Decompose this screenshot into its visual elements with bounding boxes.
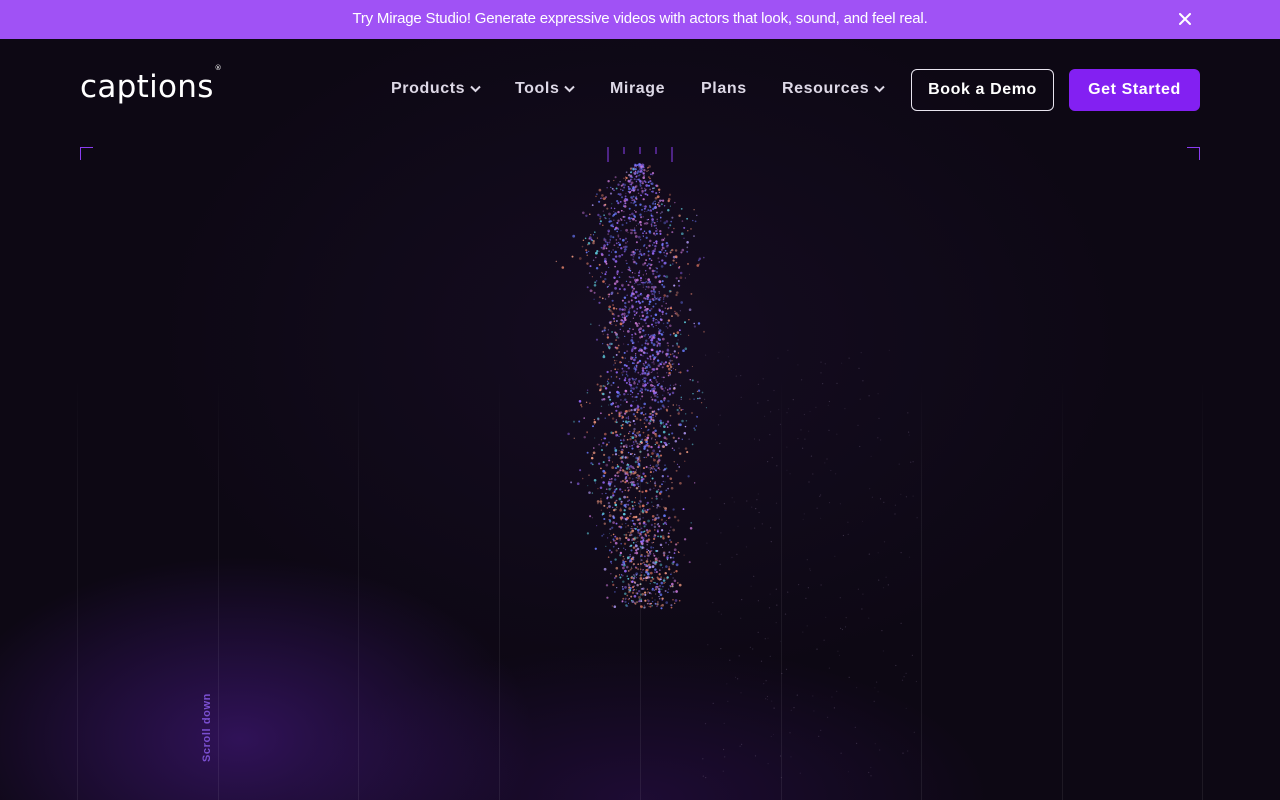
close-icon[interactable] xyxy=(1176,10,1194,28)
book-demo-button[interactable]: Book a Demo xyxy=(911,69,1054,111)
nav-item-mirage[interactable]: Mirage xyxy=(610,79,665,99)
registered-mark: ® xyxy=(214,63,222,72)
chevron-down-icon xyxy=(564,85,576,93)
ruler-ticks xyxy=(607,147,673,162)
nav-item-resources[interactable]: Resources xyxy=(782,79,885,99)
nav-item-label: Tools xyxy=(515,80,560,97)
announcement-banner[interactable]: Try Mirage Studio! Generate expressive v… xyxy=(0,0,1280,39)
nav-item-label: Resources xyxy=(782,80,870,97)
top-navigation: captions® Products Tools Mirage Plans Re… xyxy=(0,39,1280,140)
nav-item-products[interactable]: Products xyxy=(391,79,481,99)
banner-text[interactable]: Try Mirage Studio! Generate expressive v… xyxy=(352,10,927,27)
nav-item-label: Mirage xyxy=(610,80,666,97)
get-started-button[interactable]: Get Started xyxy=(1069,69,1200,111)
chevron-down-icon xyxy=(470,85,481,93)
nav-item-label: Products xyxy=(391,80,466,97)
nav-item-label: Plans xyxy=(701,80,747,97)
frame-corner-top-left xyxy=(80,147,93,160)
frame-corner-top-right xyxy=(1187,147,1200,160)
nav-item-plans[interactable]: Plans xyxy=(701,79,747,99)
captions-logo[interactable]: captions® xyxy=(80,64,222,105)
chevron-down-icon xyxy=(874,85,885,93)
nav-item-tools[interactable]: Tools xyxy=(515,79,576,99)
scroll-down-label[interactable]: Scroll down xyxy=(201,693,213,762)
